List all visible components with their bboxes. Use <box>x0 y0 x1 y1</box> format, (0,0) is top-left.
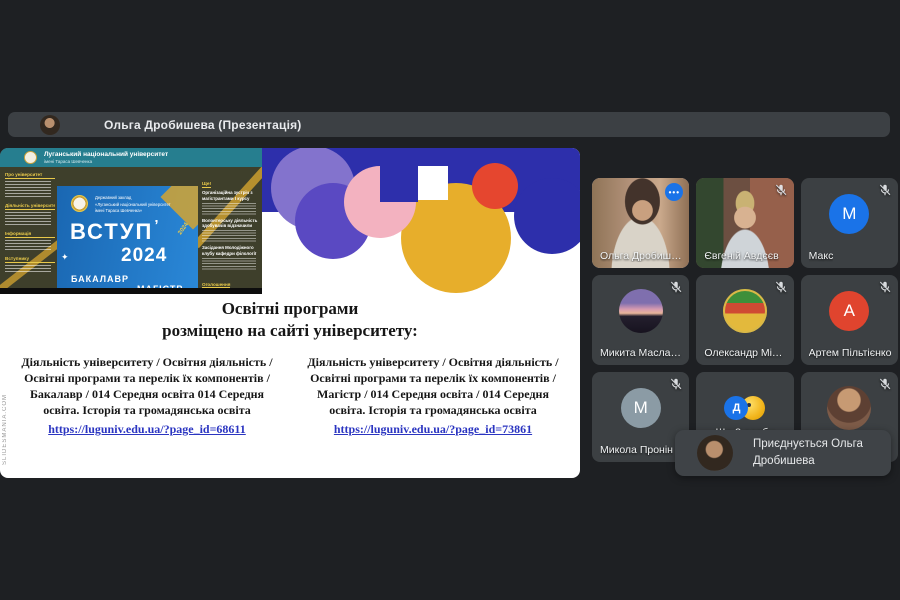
university-emblem-icon <box>71 195 88 212</box>
mic-off-icon <box>669 377 683 391</box>
participant-name: Микола Пронін <box>600 444 673 456</box>
mic-off-icon <box>878 377 892 391</box>
website-title: Луганський національний університет <box>44 151 169 158</box>
nav-section: Вступнику <box>5 256 55 273</box>
slide-title: Освітні програми розміщено на сайті унів… <box>162 299 418 341</box>
avatar <box>827 386 872 430</box>
participant-name: Ольга Дробишева <box>600 250 684 262</box>
participant-name: Артем Пільтієнко <box>808 347 892 359</box>
presenter-label: Ольга Дробишева (Презентація) <box>104 117 302 132</box>
presentation-bar[interactable]: Ольга Дробишева (Презентація) <box>8 112 890 137</box>
website-body: Про університет Діяльність університету Ін… <box>0 167 262 288</box>
avatar: Д <box>724 395 749 420</box>
participant-tile[interactable]: Олександр Міро... <box>696 275 794 365</box>
avatar <box>722 289 767 333</box>
slide-column-bachelor: Діяльність університету / Освітня діяльн… <box>21 355 273 437</box>
university-website-screenshot: Про університет Діяльність університету Ін… <box>0 148 262 294</box>
avatar: А <box>829 291 870 331</box>
notification-text: Приєднується Ольга Дробишева <box>753 438 863 467</box>
website-subtitle: імені Тараса Шевченка <box>44 159 93 164</box>
website-news-column: Ще! Організаційна зустріч з магістрантами… <box>202 172 258 288</box>
decor-circle-darkblue <box>514 178 580 254</box>
participant-tile[interactable]: М Макс <box>800 178 898 268</box>
nav-heading: Діяльність університету <box>5 203 55 210</box>
slidesmania-watermark: SLIDESMANIA.COM <box>2 394 8 466</box>
tiny-text-lines <box>5 240 51 251</box>
diamond-icon <box>61 252 69 263</box>
nav-section: Про університет <box>5 172 55 198</box>
nav-heading: Вступнику <box>5 256 55 263</box>
slide-link-bachelor: https://luguniv.edu.ua/?page_id=68611 <box>48 422 246 437</box>
participant-tile[interactable]: Ольга Дробишева <box>592 178 690 268</box>
nav-section: Діяльність університету <box>5 203 55 226</box>
nav-section: Інформація <box>5 231 55 251</box>
participant-grid: Ольга Дробишева Євгеній Авдєєв М Макс Микита… <box>592 178 898 462</box>
banner-org-name: Державний заклад «Луганський національни… <box>95 195 171 213</box>
decor-notch-white <box>414 166 448 200</box>
meeting-window: Ольга Дробишева (Презентація) Про універ… <box>0 0 900 600</box>
banner-bachelor: БАКАЛАВР <box>71 274 130 284</box>
nav-heading: Інформація <box>5 231 55 238</box>
slide-link-master: https://luguniv.edu.ua/?page_id=73861 <box>333 422 533 437</box>
avatar: М <box>829 194 870 234</box>
participant-tile[interactable]: Микита Маслаков <box>592 275 690 365</box>
website-header: Луганський національний університет імен… <box>0 148 262 167</box>
admission-banner: Державний заклад «Луганський національни… <box>57 186 198 288</box>
tiny-text-lines <box>202 257 256 270</box>
news-heading: Ще! <box>202 182 212 188</box>
participant-name: Олександр Міро... <box>704 347 789 359</box>
website-logo-icon <box>24 151 37 164</box>
banner-year: 2024 <box>121 245 168 266</box>
news-item-title: Волонтерську діяльність здобувачів відзн… <box>202 217 258 229</box>
participant-tile[interactable]: Євгеній Авдєєв <box>696 178 794 268</box>
news-item-title: Засідання Молодіжного клубу кафедри філо… <box>202 245 257 256</box>
news-item-title: Організаційна зустріч з магістрантами І … <box>202 190 253 201</box>
participant-name: Євгеній Авдєєв <box>704 250 779 262</box>
join-notification: Приєднується Ольга Дробишева <box>675 430 891 476</box>
banner-headline: ВСТУП <box>70 219 160 245</box>
participant-name: Макс <box>808 250 834 262</box>
tiny-text-lines <box>5 181 51 198</box>
tiny-text-lines <box>202 202 256 215</box>
banner-year-rotated: 2024 <box>177 221 190 237</box>
avatar <box>618 289 663 333</box>
mic-off-icon <box>878 183 892 197</box>
tiny-text-lines <box>5 212 51 226</box>
mic-off-icon <box>878 280 892 294</box>
screenshot-bottom-strip <box>0 288 262 294</box>
slide-columns: Діяльність університету / Освітня діяльн… <box>12 354 568 437</box>
news-footer-heading: Оголошення <box>202 281 231 288</box>
presenter-avatar <box>40 114 60 135</box>
shared-screen[interactable]: Про університет Діяльність університету Ін… <box>0 148 580 478</box>
slide-column-master: Діяльність університету / Освітня діяльн… <box>307 355 559 437</box>
decor-circle-red <box>472 163 518 209</box>
notification-avatar <box>697 435 733 471</box>
participant-name: Микита Маслаков <box>600 347 684 359</box>
tiny-text-lines <box>5 265 51 273</box>
decor-notch-blue <box>380 164 418 202</box>
mic-off-icon <box>774 183 788 197</box>
nav-heading: Про університет <box>5 172 55 179</box>
tiny-text-lines <box>202 230 256 242</box>
mic-off-icon <box>669 280 683 294</box>
avatar: М <box>620 388 661 428</box>
website-nav: Про університет Діяльність університету Ін… <box>5 172 55 278</box>
participant-tile[interactable]: А Артем Пільтієнко <box>800 275 898 365</box>
mic-off-icon <box>774 280 788 294</box>
